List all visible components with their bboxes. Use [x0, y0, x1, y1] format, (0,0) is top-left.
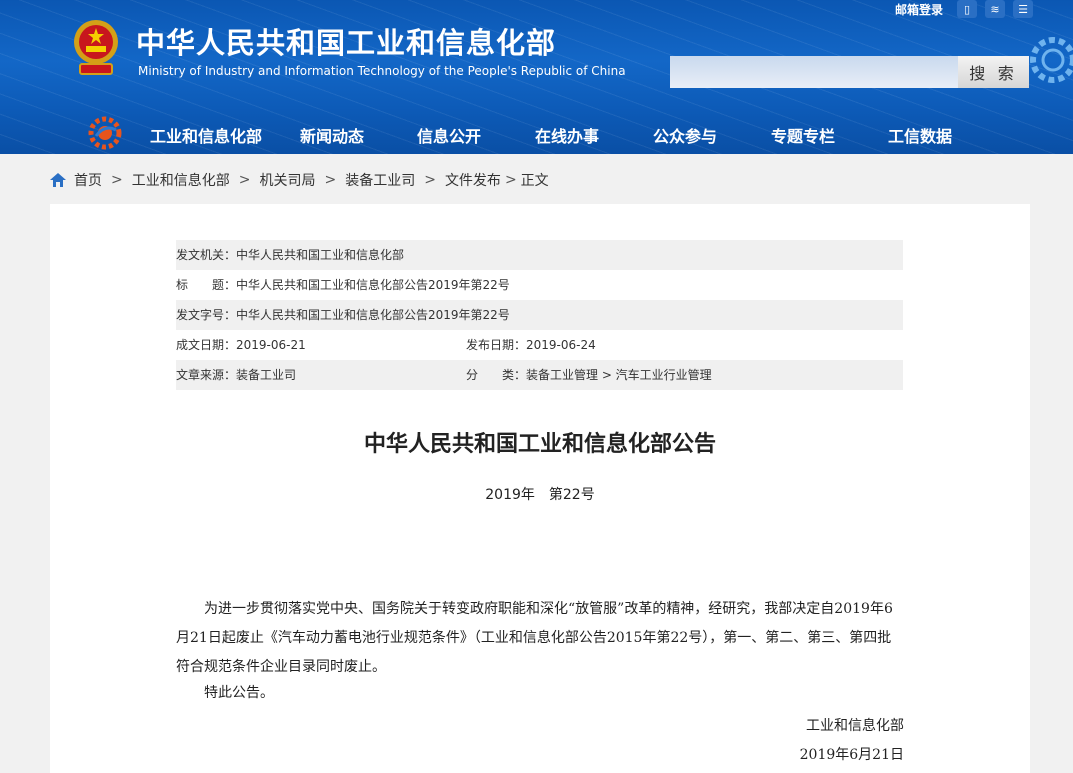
breadcrumb-separator: >: [111, 172, 123, 188]
breadcrumb-separator: >: [324, 172, 337, 188]
nav-item-ministry[interactable]: 工业和信息化部: [150, 123, 262, 147]
breadcrumb-documents[interactable]: 文件发布: [445, 170, 501, 190]
gear-icon: [1030, 37, 1073, 83]
document-body: 为进一步贯彻落实党中央、国务院关于转变政府职能和深化“放管服”改革的精神，经研究…: [176, 601, 893, 675]
home-icon: [50, 173, 66, 187]
nav-item-topics[interactable]: 专题专栏: [771, 123, 835, 147]
document-closing: 特此公告。: [204, 685, 274, 701]
breadcrumb: 首页 > 工业和信息化部 > 机关司局 > 装备工业司 > 文件发布 > 正文: [50, 168, 549, 192]
mail-login-link[interactable]: 邮箱登录: [895, 1, 943, 18]
breadcrumb-separator: >: [424, 172, 436, 188]
document-date: 2019年6月21日: [799, 747, 904, 763]
breadcrumb-departments[interactable]: 机关司局: [259, 170, 315, 190]
meta-row-source: 文章来源：装备工业司 分 类：装备工业管理 > 汽车工业行业管理: [176, 360, 903, 390]
rss-icon[interactable]: ≋: [985, 0, 1005, 18]
site-header: 中华人民共和国工业和信息化部 Ministry of Industry and …: [0, 0, 1073, 154]
breadcrumb-separator: >: [238, 172, 251, 188]
site-subtitle: Ministry of Industry and Information Tec…: [138, 64, 626, 78]
breadcrumb-ministry[interactable]: 工业和信息化部: [132, 170, 230, 190]
meta-category: 分 类：装备工业管理 > 汽车工业行业管理: [466, 368, 712, 382]
breadcrumb-equipment-dept[interactable]: 装备工业司: [345, 170, 415, 190]
document-title: 中华人民共和国工业和信息化部公告: [363, 432, 716, 457]
nav-item-news[interactable]: 新闻动态: [300, 123, 364, 147]
document-number: 2019年 第22号: [485, 487, 595, 503]
meta-title: 标 题：中华人民共和国工业和信息化部公告2019年第22号: [176, 278, 510, 292]
list-icon[interactable]: ☰: [1013, 0, 1033, 18]
main-nav: 工业和信息化部 新闻动态 信息公开 在线办事 公众参与 专题专栏 工信数据: [0, 112, 1073, 154]
meta-row-dates: 成文日期：2019-06-21 发布日期：2019-06-24: [176, 330, 903, 360]
meta-published-date: 发布日期：2019-06-24: [466, 338, 596, 352]
breadcrumb-current: 正文: [520, 173, 549, 189]
nav-item-disclosure[interactable]: 信息公开: [417, 123, 481, 147]
national-emblem-icon: [74, 20, 118, 75]
meta-row-title: 标 题：中华人民共和国工业和信息化部公告2019年第22号: [176, 270, 903, 300]
search-input[interactable]: [670, 56, 958, 88]
nav-item-participation[interactable]: 公众参与: [653, 123, 717, 147]
nav-item-data[interactable]: 工信数据: [888, 123, 952, 147]
top-links: 邮箱登录 ▯ ≋ ☰: [895, 0, 1033, 18]
meta-row-issuer: 发文机关：中华人民共和国工业和信息化部: [176, 240, 903, 270]
meta-doc-number: 发文字号：中华人民共和国工业和信息化部公告2019年第22号: [176, 308, 510, 322]
mobile-icon[interactable]: ▯: [957, 0, 977, 18]
nav-item-services[interactable]: 在线办事: [535, 123, 599, 147]
breadcrumb-home[interactable]: 首页: [74, 170, 102, 190]
document-signer: 工业和信息化部: [806, 718, 904, 734]
meta-source: 文章来源：装备工业司: [176, 368, 297, 382]
article-content: 发文机关：中华人民共和国工业和信息化部 标 题：中华人民共和国工业和信息化部公告…: [50, 204, 1030, 773]
meta-created-date: 成文日期：2019-06-21: [176, 338, 306, 352]
miit-logo-icon[interactable]: [88, 116, 122, 150]
search-button[interactable]: 搜 索: [958, 56, 1029, 88]
site-title[interactable]: 中华人民共和国工业和信息化部: [136, 20, 556, 62]
meta-row-doc-number: 发文字号：中华人民共和国工业和信息化部公告2019年第22号: [176, 300, 903, 330]
meta-issuer: 发文机关：中华人民共和国工业和信息化部: [176, 248, 405, 262]
document-meta-table: 发文机关：中华人民共和国工业和信息化部 标 题：中华人民共和国工业和信息化部公告…: [176, 240, 903, 390]
breadcrumb-separator: >: [504, 172, 517, 188]
